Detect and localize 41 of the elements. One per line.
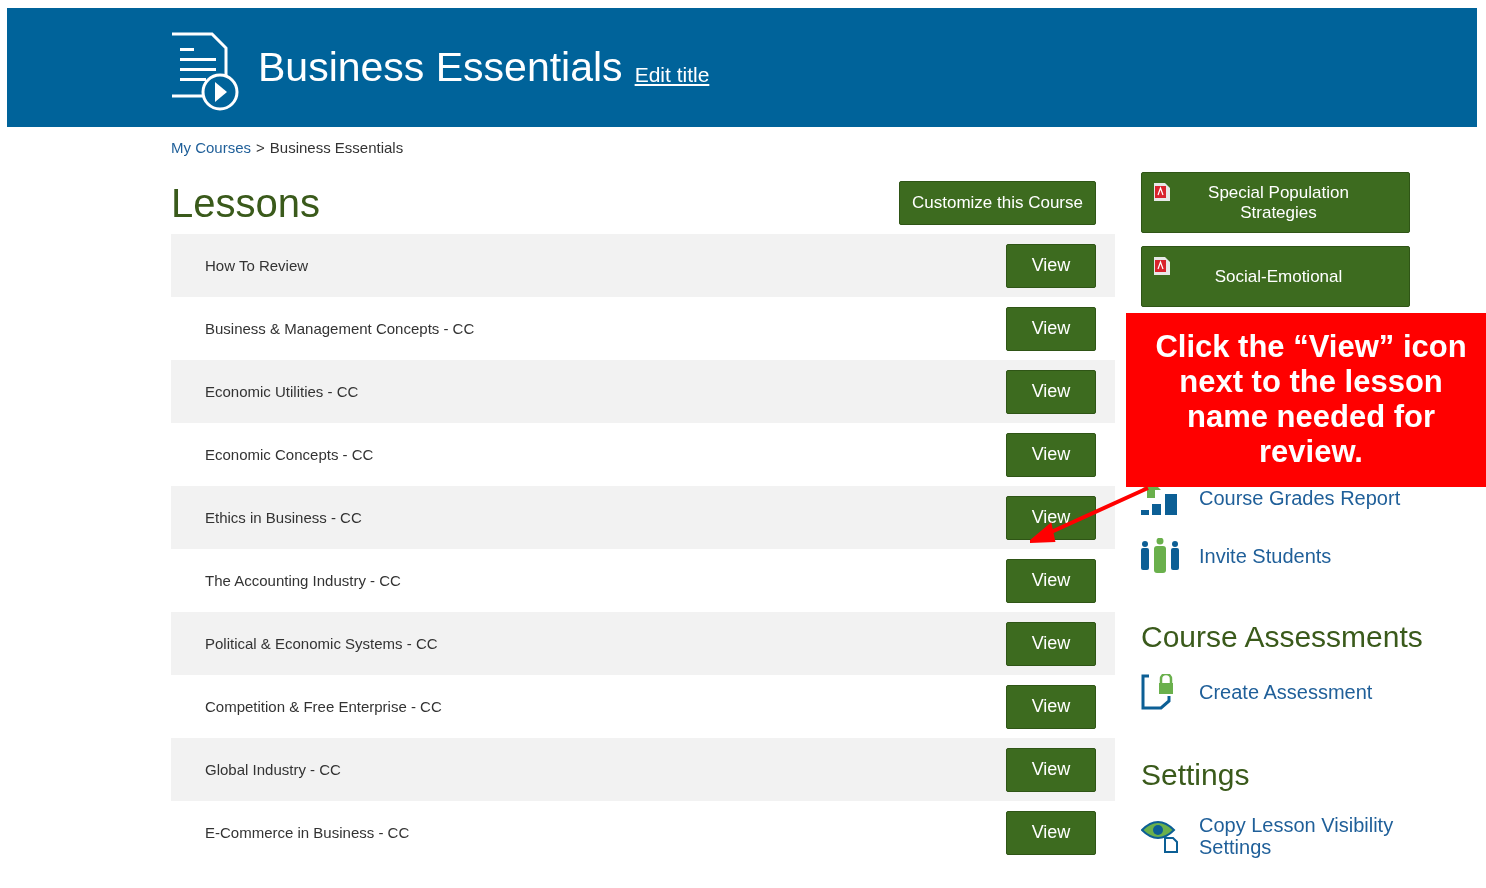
edit-title-link[interactable]: Edit title xyxy=(634,62,710,87)
view-button[interactable]: View xyxy=(1006,558,1096,603)
view-button[interactable]: View xyxy=(1006,747,1096,792)
view-button[interactable]: View xyxy=(1006,306,1096,351)
lesson-name: Economic Concepts - CC xyxy=(205,446,374,463)
tool-link[interactable]: Course Grades Report xyxy=(1199,486,1401,510)
resource-button[interactable]: Social-Emotional xyxy=(1141,246,1410,307)
lesson-document-icon xyxy=(170,31,240,112)
lesson-name: How To Review xyxy=(205,257,309,274)
resource-button[interactable]: Special Population Strategies xyxy=(1141,172,1410,233)
view-button[interactable]: View xyxy=(1006,432,1096,477)
view-button[interactable]: View xyxy=(1006,621,1096,666)
tool-link[interactable]: Create Assessment xyxy=(1199,680,1373,704)
lesson-name: Economic Utilities - CC xyxy=(205,383,359,400)
customize-course-button[interactable]: Customize this Course xyxy=(899,181,1096,225)
section-heading: Settings xyxy=(1141,758,1251,792)
tool-link[interactable]: Copy Lesson Visibility Settings xyxy=(1199,814,1409,858)
breadcrumb-current: Business Essentials xyxy=(269,139,404,156)
breadcrumb-separator: > xyxy=(256,139,265,156)
tool-link[interactable]: Invite Students xyxy=(1199,544,1332,568)
lesson-name: Ethics in Business - CC xyxy=(205,509,362,526)
view-button[interactable]: View xyxy=(1006,243,1096,288)
lesson-name: Business & Management Concepts - CC xyxy=(205,320,475,337)
view-button[interactable]: View xyxy=(1006,495,1096,540)
section-heading: Course Assessments xyxy=(1141,620,1424,654)
lesson-name: The Accounting Industry - CC xyxy=(205,572,401,589)
lessons-heading: Lessons xyxy=(171,180,320,226)
eye-document-icon xyxy=(1141,818,1179,854)
lesson-name: Political & Economic Systems - CC xyxy=(205,635,438,652)
view-button[interactable]: View xyxy=(1006,810,1096,855)
pdf-icon xyxy=(1154,183,1170,201)
view-button[interactable]: View xyxy=(1006,369,1096,414)
people-icon xyxy=(1141,538,1179,574)
lesson-name: E-Commerce in Business - CC xyxy=(205,824,410,841)
breadcrumb-link[interactable]: My Courses xyxy=(171,139,252,156)
lesson-name: Global Industry - CC xyxy=(205,761,341,778)
course-title: Business Essentials xyxy=(258,44,623,91)
pdf-icon xyxy=(1154,257,1170,275)
lesson-name: Competition & Free Enterprise - CC xyxy=(205,698,442,715)
view-button[interactable]: View xyxy=(1006,684,1096,729)
instruction-callout: Click the “View” icon next to the lesson name needed for review. xyxy=(1126,313,1486,487)
